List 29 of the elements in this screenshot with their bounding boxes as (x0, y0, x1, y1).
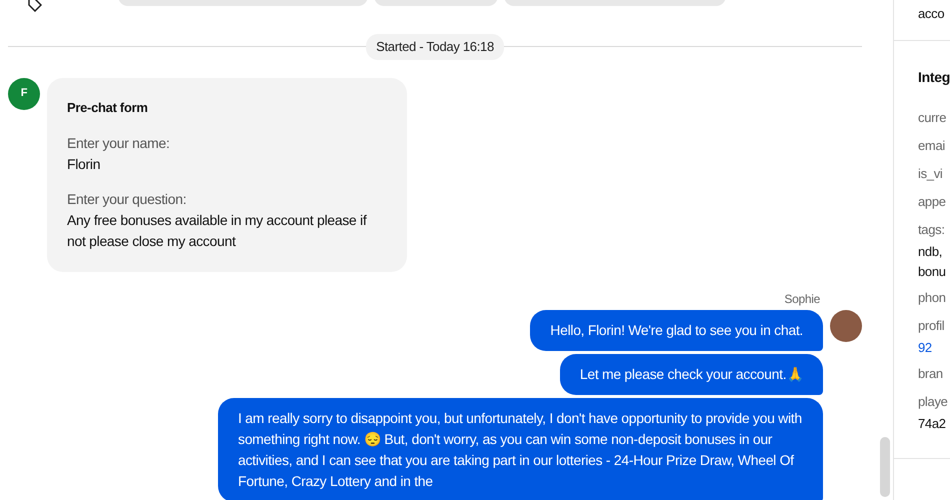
profile-link[interactable]: 92 (918, 338, 950, 358)
field-value: bonu (918, 263, 947, 281)
field-value: 74a2 (918, 415, 947, 433)
field-label: playe (918, 393, 949, 411)
scrollbar-thumb[interactable] (880, 437, 890, 497)
field-value: acco (918, 5, 946, 23)
user-avatar: F (8, 78, 40, 110)
session-start-label: Started - Today 16:18 (366, 34, 504, 60)
section-title: Integ (918, 68, 950, 87)
field-value: ndb, (918, 243, 944, 261)
field-label: profil (918, 317, 946, 335)
field-label: curre (918, 109, 948, 127)
field-label: phon (918, 289, 947, 307)
tag-icon (28, 0, 42, 12)
message-bubble: Hello, Florin! We're glad to see you in chat. (530, 310, 823, 351)
field-label: emai (918, 137, 946, 155)
field-value: Florin (67, 155, 102, 174)
form-title: Pre-chat form (67, 98, 149, 116)
field-label: appe (918, 193, 947, 211)
message-bubble: I am really sorry to disappoint you, but unfortunately, I don't have opportunity to provide you with something right now. 😔 But, don't worry, as you can win some non-deposit bonuses in our activities, and I can see that you are taking part in our lotteries - 24-Hour Prize Draw, Wheel Of Fortune, Crazy Lottery and in the (218, 398, 823, 500)
field-value: Any free bonuses available in my account please if not please close my account (67, 211, 368, 251)
field-label: Enter your question: (67, 190, 188, 209)
field-label: Enter your name: (67, 134, 171, 153)
field-label: bran (918, 365, 944, 383)
agent-name: Sophie (783, 291, 820, 308)
field-label: is_vi (918, 165, 944, 183)
message-bubble: Let me please check your account.🙏 (560, 354, 823, 395)
agent-avatar (830, 310, 862, 342)
field-label: tags: (918, 221, 946, 239)
